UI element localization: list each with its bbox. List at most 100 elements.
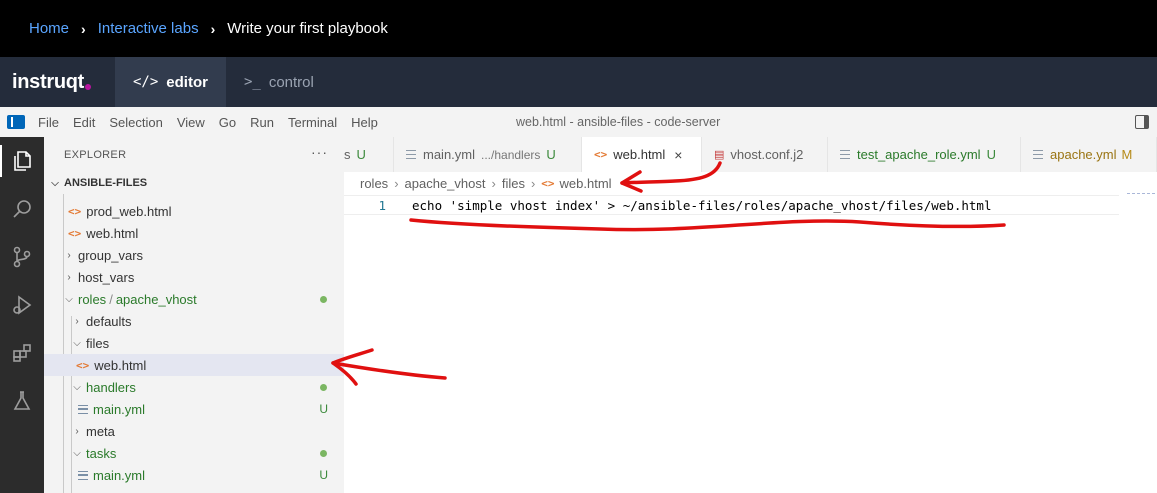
tree-item-label: roles bbox=[78, 291, 107, 307]
chevron-right-icon: › bbox=[67, 271, 71, 283]
yaml-file-icon bbox=[78, 404, 88, 414]
menu-edit[interactable]: Edit bbox=[73, 115, 95, 130]
tab-handlers-main-yml[interactable]: main.yml .../handlers U bbox=[394, 137, 582, 172]
tab-label: s bbox=[344, 147, 351, 162]
vscode-app-icon[interactable] bbox=[7, 115, 25, 129]
yaml-file-icon bbox=[840, 150, 850, 159]
chevron-right-icon: › bbox=[530, 175, 536, 191]
yaml-file-icon bbox=[78, 470, 88, 480]
tab-editor[interactable]: </> editor bbox=[115, 57, 226, 107]
tree-folder-group-vars[interactable]: › group_vars bbox=[44, 244, 344, 266]
html-file-icon: <> bbox=[76, 358, 90, 372]
tree-folder-meta[interactable]: › meta bbox=[44, 420, 344, 442]
crumb-apache-vhost[interactable]: apache_vhost bbox=[405, 176, 486, 191]
tree-item-label: web.html bbox=[94, 357, 147, 373]
activity-bar bbox=[0, 137, 44, 493]
tab-web-html[interactable]: <> web.html × bbox=[582, 137, 702, 172]
tree-item-label: web.html bbox=[86, 225, 139, 241]
tree-item-label: group_vars bbox=[78, 247, 144, 263]
tree-item-files-web-html[interactable]: <> web.html bbox=[44, 354, 344, 376]
line-number: 1 bbox=[378, 198, 386, 213]
chevron-down-icon: ⌵ bbox=[73, 447, 81, 459]
tab-partial[interactable]: s U bbox=[344, 137, 394, 172]
minimap[interactable] bbox=[1127, 193, 1155, 195]
chevron-down-icon: ⌵ bbox=[51, 177, 59, 189]
untracked-badge: U bbox=[319, 468, 328, 482]
tab-control-label: control bbox=[268, 73, 314, 91]
tab-control[interactable]: >_ control bbox=[226, 57, 332, 107]
code-line[interactable]: 1 echo 'simple vhost index' > ~/ansible-… bbox=[344, 195, 1119, 215]
close-icon[interactable]: × bbox=[674, 147, 682, 163]
tree-root-ansible-files[interactable]: ⌵ ANSIBLE-FILES bbox=[44, 172, 344, 194]
tab-test-apache-role-yml[interactable]: test_apache_role.yml U bbox=[828, 137, 1021, 172]
tab-editor-label: editor bbox=[166, 73, 208, 91]
menu-help[interactable]: Help bbox=[351, 115, 378, 130]
tab-apache-yml[interactable]: apache.yml M bbox=[1021, 137, 1157, 172]
breadcrumb-home-link[interactable]: Home bbox=[29, 20, 69, 37]
window-title: web.html - ansible-files - code-server bbox=[516, 115, 721, 129]
tree-folder-files[interactable]: ⌵ files bbox=[44, 332, 344, 354]
untracked-badge: U bbox=[319, 402, 328, 416]
yaml-file-icon bbox=[406, 150, 416, 159]
editor-breadcrumb: roles › apache_vhost › files › <> web.ht… bbox=[360, 174, 612, 192]
menu-run[interactable]: Run bbox=[250, 115, 274, 130]
chevron-right-icon: › bbox=[81, 20, 86, 37]
tree-item-prod-web-html[interactable]: <> prod_web.html bbox=[44, 200, 344, 222]
tree-item-label: main.yml bbox=[93, 467, 146, 483]
chevron-down-icon: ⌵ bbox=[73, 381, 81, 393]
tree-item-web-html[interactable]: <> web.html bbox=[44, 222, 344, 244]
run-debug-icon[interactable] bbox=[0, 285, 44, 325]
tree-folder-tasks[interactable]: ⌵ tasks bbox=[44, 442, 344, 464]
tree-item-label: tasks bbox=[86, 445, 117, 461]
crumb-roles[interactable]: roles bbox=[360, 176, 388, 191]
yaml-file-icon bbox=[1033, 150, 1043, 159]
breadcrumb-labs-link[interactable]: Interactive labs bbox=[98, 20, 199, 37]
tab-vhost-conf-j2[interactable]: ▤ vhost.conf.j2 bbox=[702, 137, 828, 172]
untracked-badge: U bbox=[546, 147, 556, 162]
tree-item-label: prod_web.html bbox=[86, 203, 172, 219]
chevron-down-icon: ⌵ bbox=[65, 293, 73, 305]
code-editor[interactable]: 1 echo 'simple vhost index' > ~/ansible-… bbox=[344, 193, 1157, 493]
crumb-web-html[interactable]: web.html bbox=[560, 176, 612, 191]
tree-item-label: files bbox=[86, 335, 110, 351]
modified-dot bbox=[320, 383, 327, 391]
testing-flask-icon[interactable] bbox=[0, 381, 44, 421]
jinja-file-icon: ▤ bbox=[714, 149, 725, 161]
menu-view[interactable]: View bbox=[177, 115, 205, 130]
tree-item-label: main.yml bbox=[93, 401, 146, 417]
chevron-right-icon: › bbox=[210, 20, 216, 37]
menu-terminal[interactable]: Terminal bbox=[288, 115, 337, 130]
toggle-panel-icon[interactable] bbox=[1135, 115, 1149, 129]
untracked-badge: U bbox=[986, 147, 996, 162]
menu-file[interactable]: File bbox=[38, 115, 59, 130]
logo-accent bbox=[85, 84, 92, 90]
terminal-icon: >_ bbox=[243, 74, 261, 90]
menu-selection[interactable]: Selection bbox=[109, 115, 162, 130]
tree-folder-defaults[interactable]: › defaults bbox=[44, 310, 344, 332]
tree-folder-roles-apache-vhost[interactable]: ⌵ roles / apache_vhost bbox=[44, 288, 344, 310]
tab-label: apache.yml bbox=[1050, 147, 1117, 162]
tree-item-label: handlers bbox=[86, 379, 136, 395]
tree-folder-handlers[interactable]: ⌵ handlers bbox=[44, 376, 344, 398]
search-icon[interactable] bbox=[0, 189, 44, 229]
tab-label: main.yml bbox=[423, 147, 476, 162]
explorer-icon[interactable] bbox=[0, 141, 44, 181]
crumb-files[interactable]: files bbox=[502, 176, 525, 191]
tree-item-handlers-main-yml[interactable]: main.yml U bbox=[44, 398, 344, 420]
tree-folder-host-vars[interactable]: › host_vars bbox=[44, 266, 344, 288]
more-actions-icon[interactable]: ··· bbox=[311, 144, 328, 160]
tree-item-tasks-main-yml[interactable]: main.yml U bbox=[44, 464, 344, 486]
html-file-icon: <> bbox=[68, 204, 82, 218]
chevron-right-icon: › bbox=[75, 425, 79, 437]
explorer-title: EXPLORER bbox=[64, 149, 127, 161]
code-text: echo 'simple vhost index' > ~/ansible-fi… bbox=[412, 198, 992, 213]
modified-dot bbox=[320, 449, 327, 457]
chevron-right-icon: › bbox=[394, 175, 399, 191]
menu-go[interactable]: Go bbox=[219, 115, 236, 130]
extensions-icon[interactable] bbox=[0, 333, 44, 373]
instruqt-tab-bar: instruqt </> editor >_ control bbox=[0, 57, 1157, 107]
untracked-badge: U bbox=[356, 147, 366, 162]
instruqt-logo: instruqt bbox=[0, 57, 115, 107]
source-control-icon[interactable] bbox=[0, 237, 44, 277]
editor-tabs: s U main.yml .../handlers U <> web.html … bbox=[344, 137, 1157, 172]
